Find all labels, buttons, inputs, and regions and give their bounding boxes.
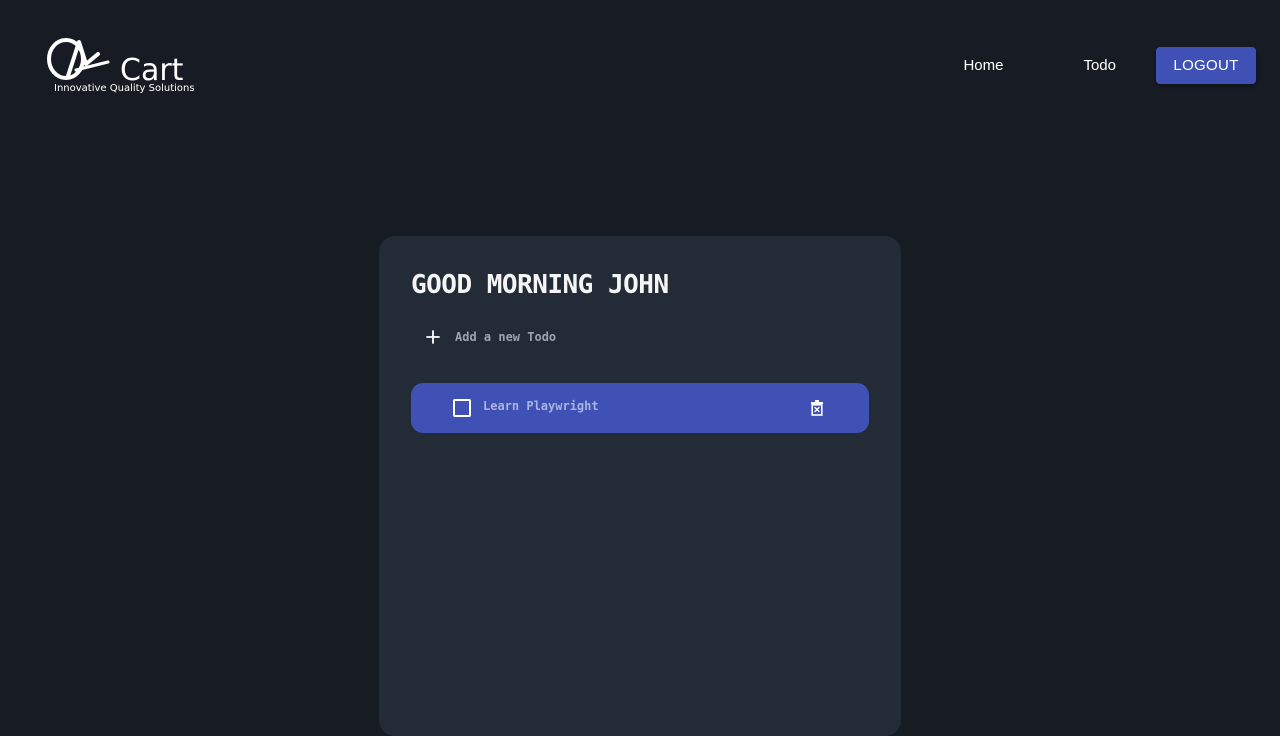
todo-text: Learn Playwright bbox=[483, 399, 599, 413]
logout-button[interactable]: LOGOUT bbox=[1156, 47, 1256, 84]
todo-item: Learn Playwright bbox=[411, 383, 869, 433]
todo-card: GOOD MORNING JOHN Learn Playwright bbox=[379, 236, 901, 736]
todo-checkbox[interactable] bbox=[453, 399, 471, 417]
nav-todo-link[interactable]: Todo bbox=[1083, 57, 1116, 74]
trash-icon[interactable] bbox=[808, 399, 826, 417]
new-todo-input[interactable] bbox=[455, 330, 775, 344]
greeting-title: GOOD MORNING JOHN bbox=[411, 270, 669, 300]
plus-icon[interactable] bbox=[423, 327, 443, 347]
logo-tagline: Innovative Quality Solutions bbox=[54, 83, 195, 94]
top-nav: Home Todo LOGOUT bbox=[963, 47, 1256, 84]
add-todo-row[interactable] bbox=[423, 324, 775, 350]
svg-text:Cart: Cart bbox=[120, 53, 184, 86]
nav-home-link[interactable]: Home bbox=[963, 57, 1003, 74]
qacart-logo[interactable]: Cart Innovative Quality Solutions bbox=[46, 36, 196, 98]
app-header: Cart Innovative Quality Solutions Home T… bbox=[0, 0, 1280, 130]
qacart-logo-mark: Cart bbox=[47, 38, 184, 86]
